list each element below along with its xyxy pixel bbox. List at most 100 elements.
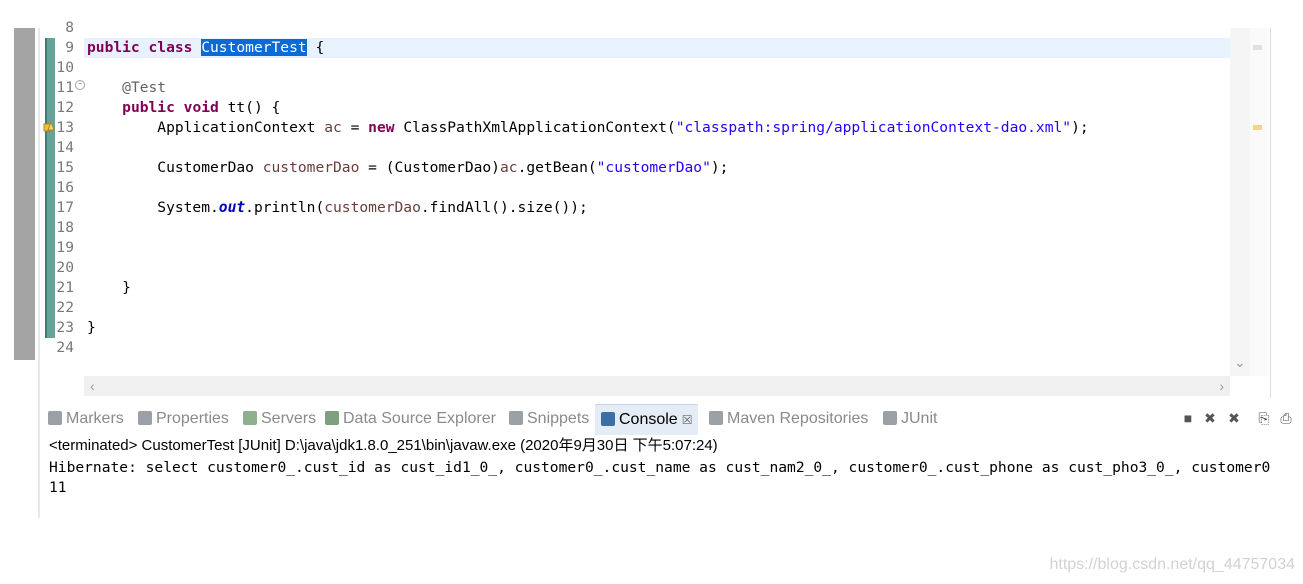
tab-data-source-explorer[interactable]: Data Source Explorer bbox=[325, 404, 496, 434]
code-token: ac bbox=[499, 159, 518, 176]
quick-diff-bar bbox=[45, 38, 55, 338]
line-number: 20 bbox=[56, 259, 74, 276]
terminate-icon[interactable]: ■ bbox=[1180, 410, 1196, 426]
tab-label: Data Source Explorer bbox=[343, 410, 496, 427]
scroll-left-icon[interactable]: ‹ bbox=[90, 376, 95, 396]
code-token: CustomerDao bbox=[87, 159, 263, 176]
code-token: public void bbox=[122, 99, 228, 116]
line-number: 22 bbox=[56, 299, 74, 316]
remove-launch-icon[interactable]: ✖ bbox=[1202, 410, 1218, 426]
markers-icon bbox=[48, 411, 62, 425]
code-token: { bbox=[306, 39, 325, 56]
code-token: .getBean( bbox=[517, 159, 597, 176]
code-token: } bbox=[87, 279, 131, 296]
line-number: 24 bbox=[56, 339, 74, 356]
overview-mark-warning[interactable] bbox=[1253, 125, 1262, 130]
code-token: } bbox=[87, 319, 96, 336]
snippets-icon bbox=[509, 411, 523, 425]
code-token: "classpath:spring/applicationContext-dao… bbox=[675, 119, 1072, 136]
tab-servers[interactable]: Servers bbox=[243, 404, 316, 434]
console-status-line: <terminated> CustomerTest [JUnit] D:\jav… bbox=[49, 437, 718, 454]
code-token: ClassPathXmlApplicationContext( bbox=[403, 119, 676, 136]
code-line[interactable]: public class CustomerTest { bbox=[87, 38, 324, 58]
code-token: @Test bbox=[122, 79, 167, 96]
line-number: 19 bbox=[56, 239, 74, 256]
selected-text: CustomerTest bbox=[201, 39, 307, 56]
tab-label: Console bbox=[619, 411, 678, 428]
tab-label: JUnit bbox=[901, 410, 938, 427]
code-line[interactable]: public void tt() { bbox=[87, 98, 280, 118]
data-source-icon bbox=[325, 411, 339, 425]
code-token: ac bbox=[324, 119, 342, 136]
code-token: ApplicationContext bbox=[87, 119, 325, 136]
code-line[interactable]: CustomerDao customerDao = (CustomerDao)a… bbox=[87, 158, 728, 178]
tab-label: Snippets bbox=[527, 410, 590, 427]
scroll-right-icon[interactable]: › bbox=[1219, 376, 1224, 396]
code-token: new bbox=[368, 119, 404, 136]
horizontal-scrollbar[interactable]: ‹ › bbox=[84, 376, 1230, 396]
code-line[interactable]: System.out.println(customerDao.findAll()… bbox=[87, 198, 588, 218]
code-token: "customerDao" bbox=[596, 159, 711, 176]
left-gutter-strip bbox=[14, 28, 35, 360]
code-token: System. bbox=[87, 199, 219, 216]
code-token: .println( bbox=[245, 199, 325, 216]
code-token: .findAll().size()); bbox=[420, 199, 588, 216]
line-number: 8 bbox=[65, 19, 74, 36]
code-token: ); bbox=[710, 159, 729, 176]
tab-maven-repositories[interactable]: Maven Repositories bbox=[709, 404, 868, 434]
code-token: out bbox=[218, 199, 246, 216]
overview-mark-occurrence[interactable] bbox=[1253, 45, 1262, 50]
left-margin bbox=[14, 362, 40, 522]
line-number: 15 bbox=[56, 159, 74, 176]
line-number: 23 bbox=[56, 319, 74, 336]
overview-ruler[interactable] bbox=[1250, 28, 1268, 376]
servers-icon bbox=[243, 411, 257, 425]
line-number: 18 bbox=[56, 219, 74, 236]
console-output-line: 11 bbox=[49, 479, 67, 496]
tab-label: Markers bbox=[66, 410, 124, 427]
console-output-line: Hibernate: select customer0_.cust_id as … bbox=[49, 459, 1271, 476]
line-number: 14 bbox=[56, 139, 74, 156]
watermark: https://blog.csdn.net/qq_44757034 bbox=[1049, 556, 1295, 573]
tab-console[interactable]: Console ☒ bbox=[595, 404, 699, 435]
line-number: 16 bbox=[56, 179, 74, 196]
code-token: customerDao bbox=[324, 199, 421, 216]
code-token: ); bbox=[1071, 119, 1089, 136]
line-number: 21 bbox=[56, 279, 74, 296]
code-line[interactable]: ApplicationContext ac = new ClassPathXml… bbox=[87, 118, 1089, 138]
code-line[interactable]: @Test bbox=[87, 78, 166, 98]
tab-properties[interactable]: Properties bbox=[138, 404, 229, 434]
code-line[interactable]: } bbox=[87, 318, 96, 338]
line-number: 13 bbox=[56, 119, 74, 136]
line-number: 17 bbox=[56, 199, 74, 216]
tab-junit[interactable]: JUnit bbox=[883, 404, 937, 434]
junit-icon bbox=[883, 411, 897, 425]
clear-console-icon[interactable]: ⎘ bbox=[1256, 410, 1272, 426]
scroll-down-icon[interactable]: ⌄ bbox=[1234, 354, 1246, 371]
code-token: = bbox=[341, 119, 369, 136]
line-number: 10 bbox=[56, 59, 74, 76]
line-number: 11 bbox=[56, 79, 74, 96]
code-token: customerDao bbox=[262, 159, 360, 176]
scroll-lock-icon[interactable]: ⎙ bbox=[1278, 410, 1294, 426]
code-token: = (CustomerDao) bbox=[359, 159, 500, 176]
properties-icon bbox=[138, 411, 152, 425]
collapse-icon[interactable]: − bbox=[75, 80, 85, 90]
warning-icon[interactable] bbox=[42, 119, 56, 133]
line-number: 12 bbox=[56, 99, 74, 116]
editor-left-border bbox=[38, 28, 40, 518]
console-icon bbox=[601, 412, 615, 426]
tab-label: Properties bbox=[156, 410, 229, 427]
vertical-scrollbar[interactable]: ⌄ bbox=[1230, 28, 1250, 376]
remove-all-icon[interactable]: ✖ bbox=[1226, 410, 1242, 426]
tab-label: Servers bbox=[261, 410, 317, 427]
code-token: public class bbox=[87, 39, 202, 56]
tab-snippets[interactable]: Snippets bbox=[509, 404, 589, 434]
tab-label: Maven Repositories bbox=[727, 410, 869, 427]
line-number: 9 bbox=[65, 39, 74, 56]
close-icon[interactable]: ☒ bbox=[682, 413, 693, 427]
code-line[interactable]: } bbox=[87, 278, 131, 298]
tab-markers[interactable]: Markers bbox=[48, 404, 124, 434]
